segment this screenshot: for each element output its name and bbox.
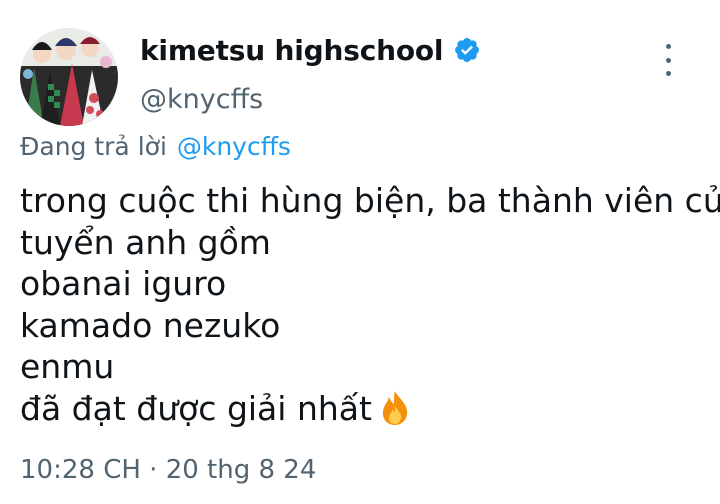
tweet-line: obanai iguro bbox=[20, 264, 227, 303]
tweet-line: đã đạt được giải nhất bbox=[20, 388, 372, 428]
tweet-line: kamado nezuko bbox=[20, 305, 281, 345]
verified-badge-icon bbox=[453, 36, 481, 64]
avatar[interactable] bbox=[20, 28, 118, 126]
display-name[interactable]: kimetsu highschool bbox=[140, 34, 443, 67]
reply-context: Đang trả lời @knycffs bbox=[20, 132, 291, 161]
name-row: kimetsu highschool bbox=[140, 32, 481, 68]
tweet-last-line: đã đạt được giải nhất bbox=[20, 388, 720, 436]
handle[interactable]: @knycffs bbox=[140, 84, 481, 115]
avatar-illustration bbox=[20, 28, 118, 126]
tweet-header: kimetsu highschool @knycffs bbox=[20, 28, 700, 126]
tweet-text: trong cuộc thi hùng biện, ba thành viên … bbox=[20, 180, 720, 435]
tweet-card: kimetsu highschool @knycffs Đang trả lời… bbox=[0, 0, 720, 504]
tweet-line: tuyển anh gồm bbox=[20, 222, 271, 262]
fire-icon bbox=[378, 390, 412, 436]
reply-prefix: Đang trả lời bbox=[20, 132, 167, 161]
tweet-line: trong cuộc thi hùng biện, ba thành viên … bbox=[20, 181, 720, 220]
more-options-icon[interactable] bbox=[654, 40, 682, 80]
author-block: kimetsu highschool @knycffs bbox=[140, 32, 481, 115]
timestamp[interactable]: 10:28 CH · 20 thg 8 24 bbox=[20, 455, 316, 485]
tweet-line: enmu bbox=[20, 347, 115, 386]
reply-mention-link[interactable]: @knycffs bbox=[177, 132, 291, 161]
